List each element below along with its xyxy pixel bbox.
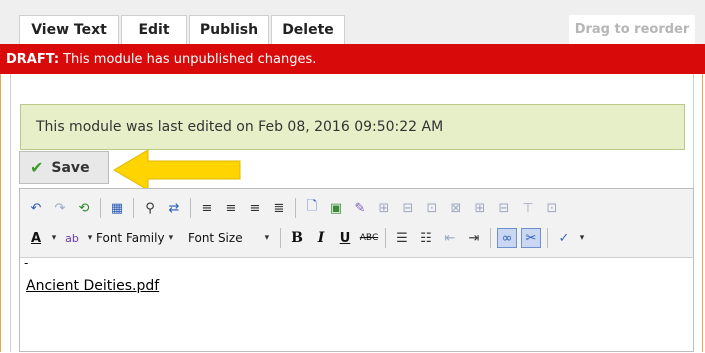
bullet-list-icon[interactable]: ☰: [392, 228, 412, 248]
align-left-icon[interactable]: ≡: [197, 198, 217, 218]
drag-to-reorder[interactable]: Drag to reorder: [569, 15, 695, 44]
chevron-down-icon[interactable]: ▾: [578, 228, 586, 248]
redo-icon[interactable]: ↷: [50, 198, 70, 218]
image-icon[interactable]: ▣: [326, 198, 346, 218]
save-label: Save: [51, 159, 90, 176]
align-center-icon[interactable]: ≡: [221, 198, 241, 218]
save-button[interactable]: ✔ Save: [19, 151, 109, 184]
bold-button[interactable]: B: [287, 228, 307, 248]
chevron-down-icon: ▾: [264, 233, 270, 243]
table-icon[interactable]: ⊡: [542, 198, 562, 218]
toolbar-separator: [100, 198, 101, 218]
table-col-icon[interactable]: ⊡: [422, 198, 442, 218]
spellcheck-icon[interactable]: ✓: [554, 228, 574, 248]
tab-delete-label: Delete: [282, 22, 334, 38]
toolbar-row-1: ↶ ↷ ⟲ ▦ ⚲ ⇄ ≡ ≡ ≡ ≣ 🗋 ▣ ✎ ⊞ ⊟ ⊡ ⊠ ⊞ ⊟ ⊤ …: [24, 195, 564, 221]
undo-icon[interactable]: ↶: [26, 198, 46, 218]
chevron-down-icon[interactable]: ▾: [86, 228, 94, 248]
italic-button[interactable]: I: [311, 228, 331, 248]
tab-view-text-label: View Text: [31, 22, 107, 38]
tab-edit[interactable]: Edit: [121, 15, 187, 44]
tab-bar: View Text Edit Publish Delete Drag to re…: [0, 0, 705, 44]
last-edited-text: This module was last edited on Feb 08, 2…: [36, 119, 444, 135]
text-color-icon[interactable]: A: [26, 228, 46, 248]
table-delete-icon[interactable]: ⊠: [446, 198, 466, 218]
underline-button[interactable]: U: [335, 228, 355, 248]
toolbar-row-2: A ▾ ab ▾ Font Family ▾ Font Size ▾ B I U…: [24, 225, 588, 251]
table-merge-icon[interactable]: ⊟: [494, 198, 514, 218]
table-split-icon[interactable]: ⊞: [470, 198, 490, 218]
indent-icon[interactable]: ⇥: [464, 228, 484, 248]
outdent-icon[interactable]: ⇤: [440, 228, 460, 248]
toolbar-separator: [133, 198, 134, 218]
replace-icon[interactable]: ⇄: [164, 198, 184, 218]
remove-format-icon[interactable]: ⟲: [74, 198, 94, 218]
pointer-arrow-icon: [113, 149, 241, 191]
font-size-label: Font Size: [188, 231, 243, 245]
attachment-link[interactable]: Ancient Deities.pdf: [26, 278, 159, 294]
draft-banner: DRAFT: This module has unpublished chang…: [0, 44, 705, 74]
editor-dash: -: [24, 256, 29, 270]
check-icon: ✔: [30, 158, 44, 177]
tab-publish[interactable]: Publish: [189, 15, 269, 44]
draft-message: This module has unpublished changes.: [63, 51, 317, 67]
toolbar-separator: [547, 228, 548, 248]
strikethrough-button[interactable]: ABC: [359, 228, 379, 248]
draft-label: DRAFT:: [6, 51, 60, 67]
editor-toolbar: ↶ ↷ ⟲ ▦ ⚲ ⇄ ≡ ≡ ≡ ≣ 🗋 ▣ ✎ ⊞ ⊟ ⊡ ⊠ ⊞ ⊟ ⊤ …: [20, 189, 693, 258]
tab-publish-label: Publish: [199, 22, 259, 38]
drag-label: Drag to reorder: [574, 22, 690, 37]
font-size-select[interactable]: Font Size ▾: [188, 228, 276, 248]
toolbar-separator: [295, 198, 296, 218]
font-family-label: Font Family: [96, 231, 165, 245]
unlink-icon[interactable]: ✂: [521, 228, 541, 248]
align-justify-icon[interactable]: ≣: [269, 198, 289, 218]
font-family-select[interactable]: Font Family ▾: [96, 228, 188, 248]
rich-text-editor: ↶ ↷ ⟲ ▦ ⚲ ⇄ ≡ ≡ ≡ ≣ 🗋 ▣ ✎ ⊞ ⊟ ⊡ ⊠ ⊞ ⊟ ⊤ …: [19, 188, 694, 352]
toolbar-separator: [490, 228, 491, 248]
tab-delete[interactable]: Delete: [271, 15, 345, 44]
tab-edit-label: Edit: [138, 22, 170, 38]
chevron-down-icon[interactable]: ▾: [50, 228, 58, 248]
numbered-list-icon[interactable]: ☷: [416, 228, 436, 248]
chevron-down-icon: ▾: [168, 233, 174, 243]
toolbar-separator: [385, 228, 386, 248]
highlight-icon[interactable]: ab: [62, 228, 82, 248]
align-right-icon[interactable]: ≡: [245, 198, 265, 218]
table-props-icon[interactable]: ⊤: [518, 198, 538, 218]
document-icon[interactable]: 🗋: [302, 198, 322, 218]
link-icon[interactable]: ∞: [497, 228, 517, 248]
editor-body[interactable]: - Ancient Deities.pdf: [20, 256, 693, 353]
toolbar-separator: [190, 198, 191, 218]
paste-word-icon[interactable]: ▦: [107, 198, 127, 218]
last-edited-notice: This module was last edited on Feb 08, 2…: [20, 104, 685, 150]
tab-view-text[interactable]: View Text: [19, 15, 119, 44]
edit-icon[interactable]: ✎: [350, 198, 370, 218]
find-icon[interactable]: ⚲: [140, 198, 160, 218]
table-row-icon[interactable]: ⊟: [398, 198, 418, 218]
toolbar-separator: [280, 228, 281, 248]
table-insert-row-icon[interactable]: ⊞: [374, 198, 394, 218]
